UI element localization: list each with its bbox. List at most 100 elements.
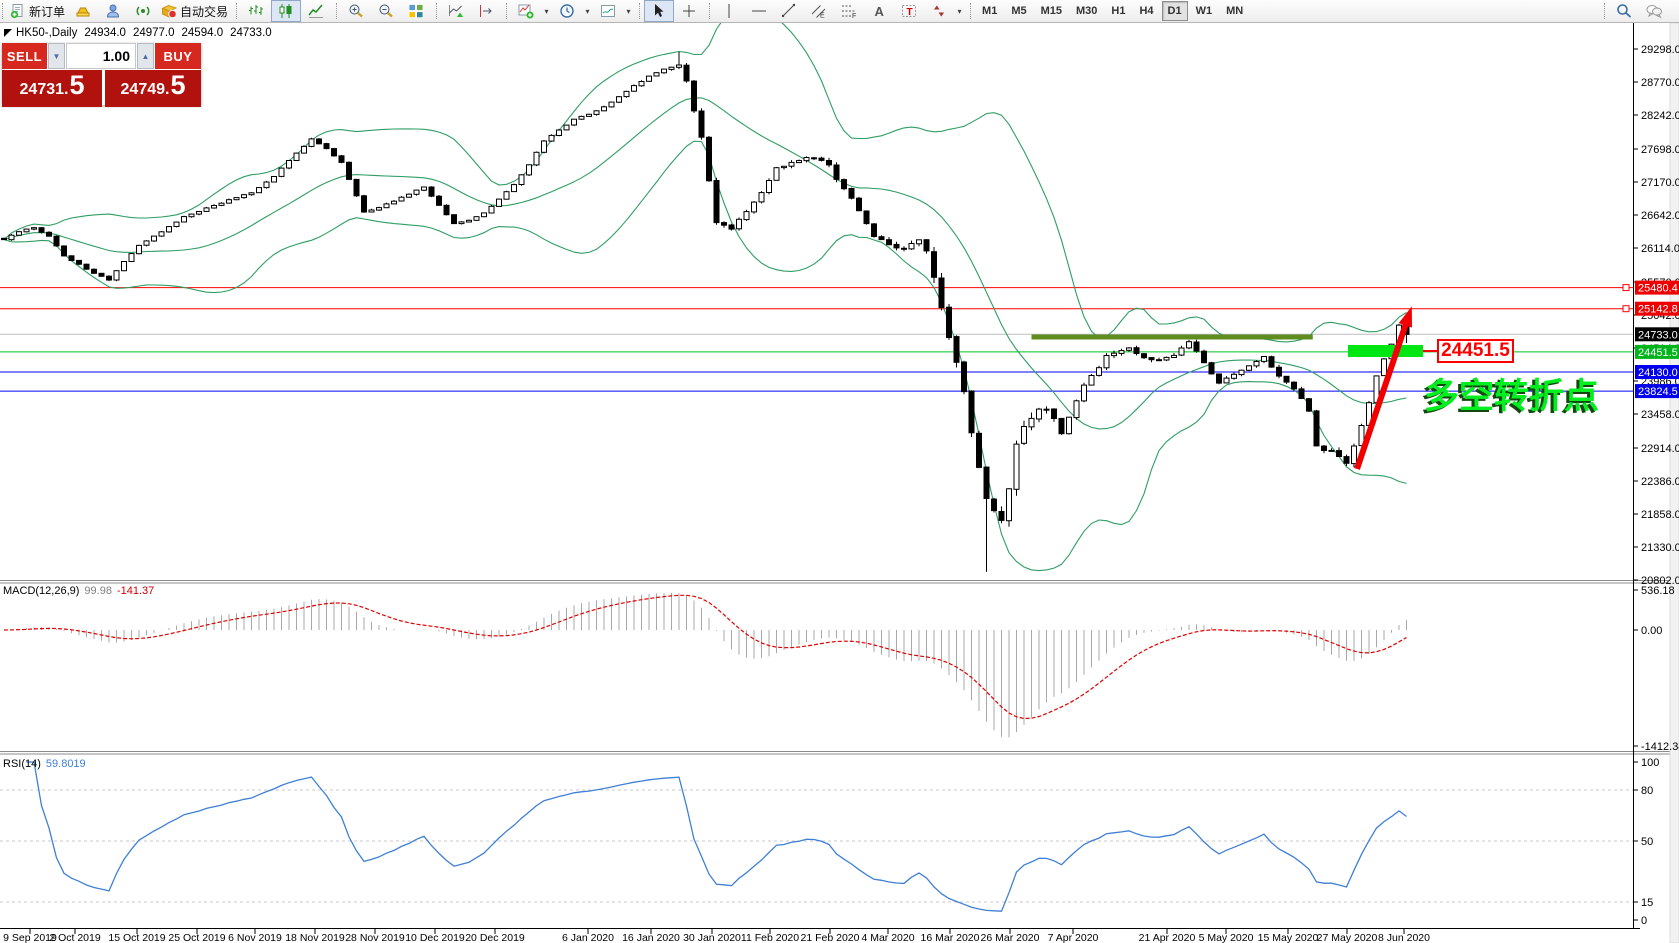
svg-text:11 Feb 2020: 11 Feb 2020 (741, 932, 799, 943)
svg-text:21858.0: 21858.0 (1641, 509, 1679, 521)
arrows-glyph (931, 3, 947, 19)
arrows-button[interactable] (924, 0, 954, 22)
svg-text:27698.0: 27698.0 (1641, 144, 1679, 156)
tline-glyph (781, 3, 797, 19)
volume-decrease-button[interactable]: ▼ (48, 43, 65, 69)
profile-glyph (105, 3, 121, 19)
candlestick-chart-button[interactable] (271, 0, 301, 22)
indicators-glyph (518, 3, 534, 19)
rsi-line (27, 762, 1407, 911)
svg-text:18 Nov 2019: 18 Nov 2019 (285, 932, 345, 943)
svg-text:25 Oct 2019: 25 Oct 2019 (168, 932, 225, 943)
cursor-button[interactable] (644, 0, 674, 22)
bar-chart-glyph (248, 3, 264, 19)
svg-text:26642.0: 26642.0 (1641, 210, 1679, 222)
indicators-button-dropdown[interactable]: ▾ (541, 1, 552, 21)
horizontal-line-button[interactable] (744, 0, 774, 22)
timeframe-m15-button[interactable]: M15 (1035, 1, 1068, 21)
svg-text:100: 100 (1641, 757, 1659, 769)
periods-button[interactable] (552, 0, 582, 22)
timeframe-w1-button[interactable]: W1 (1190, 1, 1219, 21)
equidistant-channel-button[interactable]: E (804, 0, 834, 22)
pane-separators[interactable] (0, 581, 1679, 755)
gold-window-button[interactable] (68, 0, 98, 22)
timeframe-d1-button[interactable]: D1 (1162, 1, 1188, 21)
svg-text:4 Mar 2020: 4 Mar 2020 (861, 932, 914, 943)
chat-icon[interactable] (1639, 0, 1669, 22)
svg-text:28770.0: 28770.0 (1641, 77, 1679, 89)
timeframe-h1-button[interactable]: H1 (1105, 1, 1131, 21)
svg-text:E: E (820, 13, 825, 20)
svg-text:26114.0: 26114.0 (1641, 243, 1679, 255)
timeframe-m30-button[interactable]: M30 (1070, 1, 1103, 21)
svg-text:25480.4: 25480.4 (1638, 283, 1678, 295)
vertical-line-button[interactable] (714, 0, 744, 22)
zoom-out-button[interactable] (371, 0, 401, 22)
chat-glyph (1646, 3, 1662, 19)
svg-text:22386.0: 22386.0 (1641, 476, 1679, 488)
svg-text:0.00: 0.00 (1641, 625, 1662, 637)
svg-text:7 Apr 2020: 7 Apr 2020 (1048, 932, 1099, 943)
macd-histogram (4, 593, 1407, 738)
templates-button[interactable] (593, 0, 623, 22)
timeframe-m1-button[interactable]: M1 (976, 1, 1003, 21)
tile-windows-button[interactable] (401, 0, 431, 22)
svg-text:A: A (875, 4, 885, 19)
templates-button-dropdown[interactable]: ▾ (623, 1, 634, 21)
zoom-in-button[interactable] (341, 0, 371, 22)
buy-button[interactable]: BUY (155, 43, 201, 69)
new-order-button-label: 新订单 (29, 3, 65, 20)
text-label-button[interactable]: T (894, 0, 924, 22)
svg-text:15 Oct 2019: 15 Oct 2019 (108, 932, 165, 943)
line-chart-button[interactable] (301, 0, 331, 22)
chart-canvas[interactable]: 29298.028770.028242.027698.027170.026642… (0, 0, 1679, 943)
sell-button[interactable]: SELL (2, 43, 47, 69)
new-order-glyph (10, 3, 26, 19)
signal-button[interactable] (128, 0, 158, 22)
svg-text:20 Dec 2019: 20 Dec 2019 (465, 932, 525, 943)
svg-text:21330.0: 21330.0 (1641, 542, 1679, 554)
svg-text:25142.8: 25142.8 (1638, 304, 1678, 316)
chart-shift-button[interactable] (471, 0, 501, 22)
fibonacci-button[interactable]: F (834, 0, 864, 22)
arrows-button-dropdown[interactable]: ▾ (954, 1, 965, 21)
svg-text:10 Dec 2019: 10 Dec 2019 (405, 932, 465, 943)
text-button[interactable]: A (864, 0, 894, 22)
periods-button-dropdown[interactable]: ▾ (582, 1, 593, 21)
profile-button[interactable] (98, 0, 128, 22)
chinese-annotation-text[interactable]: 多空转折点 (1424, 368, 1599, 419)
hline-glyph (751, 3, 767, 19)
sell-price-display[interactable]: 24731.5 (2, 70, 102, 107)
symbol-search-icon[interactable] (1609, 0, 1639, 22)
textA-glyph: A (871, 3, 887, 19)
trendline-button[interactable] (774, 0, 804, 22)
svg-text:28242.0: 28242.0 (1641, 110, 1679, 122)
channel-glyph: E (811, 3, 827, 19)
price-annotation-tag[interactable]: 24451.5 (1437, 339, 1514, 363)
rsi-indicator-label: RSI(14)59.8019 (3, 758, 86, 770)
svg-text:27 May 2020: 27 May 2020 (1317, 932, 1378, 943)
buy-price-display[interactable]: 24749.5 (105, 70, 201, 107)
timeframe-h4-button[interactable]: H4 (1133, 1, 1159, 21)
volume-input[interactable] (66, 43, 136, 69)
symbol-period: HK50-,Daily (16, 27, 77, 39)
green-highlight-box[interactable] (1348, 345, 1423, 357)
timeframe-mn-button[interactable]: MN (1220, 1, 1249, 21)
svg-text:50: 50 (1641, 836, 1653, 848)
new-order-button[interactable]: 新订单 (7, 0, 68, 22)
crosshair-button[interactable] (674, 0, 704, 22)
svg-text:T: T (907, 7, 913, 18)
tile-glyph (408, 3, 424, 19)
gold-glyph (75, 3, 91, 19)
auto-scroll-button[interactable] (441, 0, 471, 22)
svg-text:21 Feb 2020: 21 Feb 2020 (801, 932, 860, 943)
auto-trading-button[interactable]: 自动交易 (158, 0, 231, 22)
crosshair-glyph (681, 3, 697, 19)
rsi-axis: 1008050150 (1633, 757, 1659, 927)
timeframe-m5-button[interactable]: M5 (1005, 1, 1032, 21)
svg-text:15 May 2020: 15 May 2020 (1258, 932, 1319, 943)
chart-marker-icon (4, 29, 12, 37)
bar-chart-button[interactable] (241, 0, 271, 22)
indicators-button[interactable] (511, 0, 541, 22)
volume-increase-button[interactable]: ▲ (137, 43, 154, 69)
